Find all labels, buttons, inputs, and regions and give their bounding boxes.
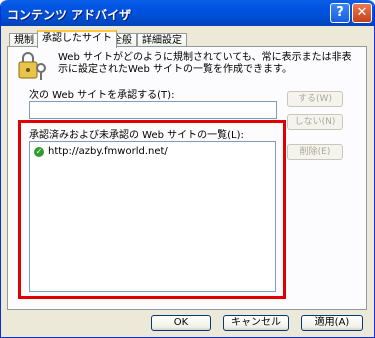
highlight-box	[18, 120, 286, 299]
ok-button[interactable]: OK	[151, 315, 211, 331]
always-button[interactable]: する(W)	[287, 91, 343, 107]
lock-key-icon	[18, 52, 46, 80]
approve-site-label: 次の Web サイトを承認する(T):	[29, 90, 175, 101]
never-button[interactable]: しない(N)	[287, 114, 343, 130]
tab-advanced[interactable]: 詳細設定	[137, 33, 187, 47]
remove-button[interactable]: 削除(E)	[287, 144, 343, 160]
tab-ratings[interactable]: 規制	[9, 33, 39, 47]
apply-button[interactable]: 適用(A)	[301, 315, 363, 331]
approve-site-input[interactable]	[29, 101, 277, 119]
description-text: Web サイトがどのように規制されていても、常に表示または非表示に設定されたWe…	[58, 52, 352, 75]
close-button[interactable]: ✕	[352, 3, 372, 23]
help-button[interactable]: ?	[330, 3, 350, 23]
content-advisor-window: コンテンツ アドバイザ ? ✕ 規制 承認したサイト 全般 詳細設定 Web サ…	[0, 0, 375, 338]
title-bar[interactable]: コンテンツ アドバイザ ? ✕	[1, 0, 374, 26]
cancel-button[interactable]: キャンセル	[223, 315, 289, 331]
tab-approved-sites[interactable]: 承認したサイト	[37, 30, 117, 48]
window-title: コンテンツ アドバイザ	[7, 8, 132, 22]
close-icon: ✕	[356, 5, 368, 20]
help-icon: ?	[336, 5, 344, 20]
